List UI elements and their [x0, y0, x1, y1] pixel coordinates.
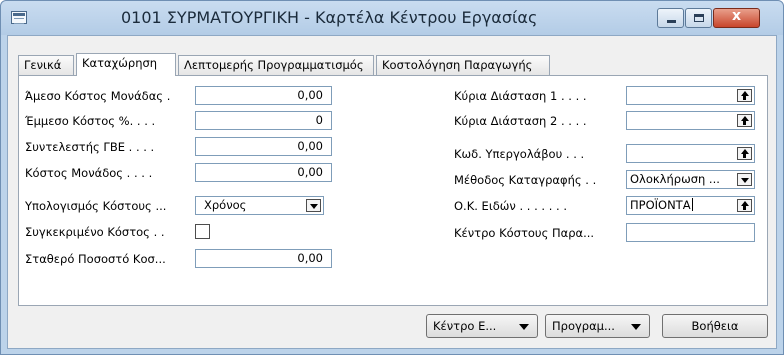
dropdown-arrow-icon[interactable] [737, 173, 752, 186]
schedule-menu-label: Προγραμ... [552, 319, 615, 333]
subcontractor-no-field[interactable] [626, 144, 755, 163]
close-icon: x [731, 8, 742, 24]
maximize-button[interactable] [685, 8, 712, 28]
tab-detailed-scheduling[interactable]: Λεπτομερής Προγραμματισμός [178, 55, 374, 75]
flushing-method-value: Ολοκλήρωση ... [630, 172, 720, 186]
direct-unit-cost-label: Άμεσο Κόστος Μονάδας . [25, 89, 171, 103]
help-button[interactable]: Βοήθεια [662, 314, 768, 338]
unit-cost-label: Κόστος Μονάδος . . . . [25, 166, 153, 180]
dimension-2-label: Κύρια Διάσταση 2 . . . . [454, 114, 587, 128]
indirect-cost-pct-field[interactable]: 0 [195, 111, 332, 130]
flushing-method-select[interactable]: Ολοκλήρωση ... [626, 170, 755, 189]
cost-center-label: Κέντρο Κόστους Παρα... [454, 226, 595, 240]
minimize-button[interactable] [657, 8, 684, 28]
text-cursor [691, 198, 693, 211]
overhead-rate-label: Συντελεστής ΓΒΕ . . . . [25, 140, 155, 154]
gen-prod-posting-group-value: ΠΡΟΪΟΝΤΑ [630, 198, 691, 212]
unit-cost-calculation-select[interactable]: Χρόνος [195, 196, 324, 215]
overhead-rate-field[interactable]: 0,00 [195, 137, 332, 156]
unit-cost-calculation-label: Υπολογισμός Κόστους ... [25, 199, 167, 213]
specific-unit-cost-checkbox[interactable] [195, 224, 210, 239]
dimension-1-label: Κύρια Διάσταση 1 . . . . [454, 89, 587, 103]
title-bar[interactable]: 0101 ΣΥΡΜΑΤΟΥΡΓΙΚΗ - Καρτέλα Κέντρου Εργ… [1, 1, 783, 35]
tab-general[interactable]: Γενικά [18, 55, 74, 75]
close-button[interactable]: x [713, 8, 760, 28]
form-icon[interactable] [11, 11, 27, 24]
indirect-cost-pct-label: Έμμεσο Κόστος %. . . . [25, 114, 156, 128]
lookup-arrow-icon[interactable] [737, 89, 752, 102]
unit-cost-calculation-value: Χρόνος [204, 198, 247, 212]
dimension-1-field[interactable] [626, 86, 755, 105]
subcontractor-no-label: Κωδ. Υπεργολάβου . . . [454, 147, 585, 161]
gen-prod-posting-group-label: Ο.Κ. Ειδών . . . . . . . [454, 199, 567, 213]
unit-cost-field[interactable]: 0,00 [195, 163, 332, 182]
cost-center-field[interactable] [626, 223, 755, 242]
direct-unit-cost-field[interactable]: 0,00 [195, 86, 332, 105]
fixed-cost-pct-field[interactable]: 0,00 [195, 249, 332, 268]
schedule-menu-button[interactable]: Προγραμ... [545, 314, 650, 338]
minimize-icon [667, 20, 676, 23]
window-title: 0101 ΣΥΡΜΑΤΟΥΡΓΙΚΗ - Καρτέλα Κέντρου Εργ… [121, 8, 538, 27]
maximize-icon [694, 14, 704, 22]
help-button-label: Βοήθεια [691, 319, 739, 333]
dropdown-arrow-icon[interactable] [306, 199, 321, 212]
chevron-down-icon [519, 324, 529, 330]
app-window: 0101 ΣΥΡΜΑΤΟΥΡΓΙΚΗ - Καρτέλα Κέντρου Εργ… [0, 0, 784, 355]
specific-unit-cost-label: Συγκεκριμένο Κόστος . . [25, 225, 165, 239]
tab-panel-posting: Άμεσο Κόστος Μονάδας . 0,00 Έμμεσο Κόστο… [18, 75, 768, 306]
work-center-menu-label: Κέντρο Ε... [433, 319, 497, 333]
gen-prod-posting-group-field[interactable]: ΠΡΟΪΟΝΤΑ [626, 196, 755, 215]
tab-posting[interactable]: Καταχώρηση [76, 53, 176, 76]
chevron-down-icon [631, 324, 641, 330]
form-body: Γενικά Καταχώρηση Λεπτομερής Προγραμματι… [7, 35, 777, 349]
dimension-2-field[interactable] [626, 111, 755, 130]
flushing-method-label: Μέθοδος Καταγραφής . . [454, 173, 597, 187]
lookup-arrow-icon[interactable] [737, 147, 752, 160]
work-center-menu-button[interactable]: Κέντρο Ε... [426, 314, 538, 338]
lookup-arrow-icon[interactable] [737, 199, 752, 212]
lookup-arrow-icon[interactable] [737, 114, 752, 127]
tab-production-costing[interactable]: Κοστολόγηση Παραγωγής [376, 55, 550, 75]
fixed-cost-pct-label: Σταθερό Ποσοστό Κοσ... [25, 252, 166, 266]
